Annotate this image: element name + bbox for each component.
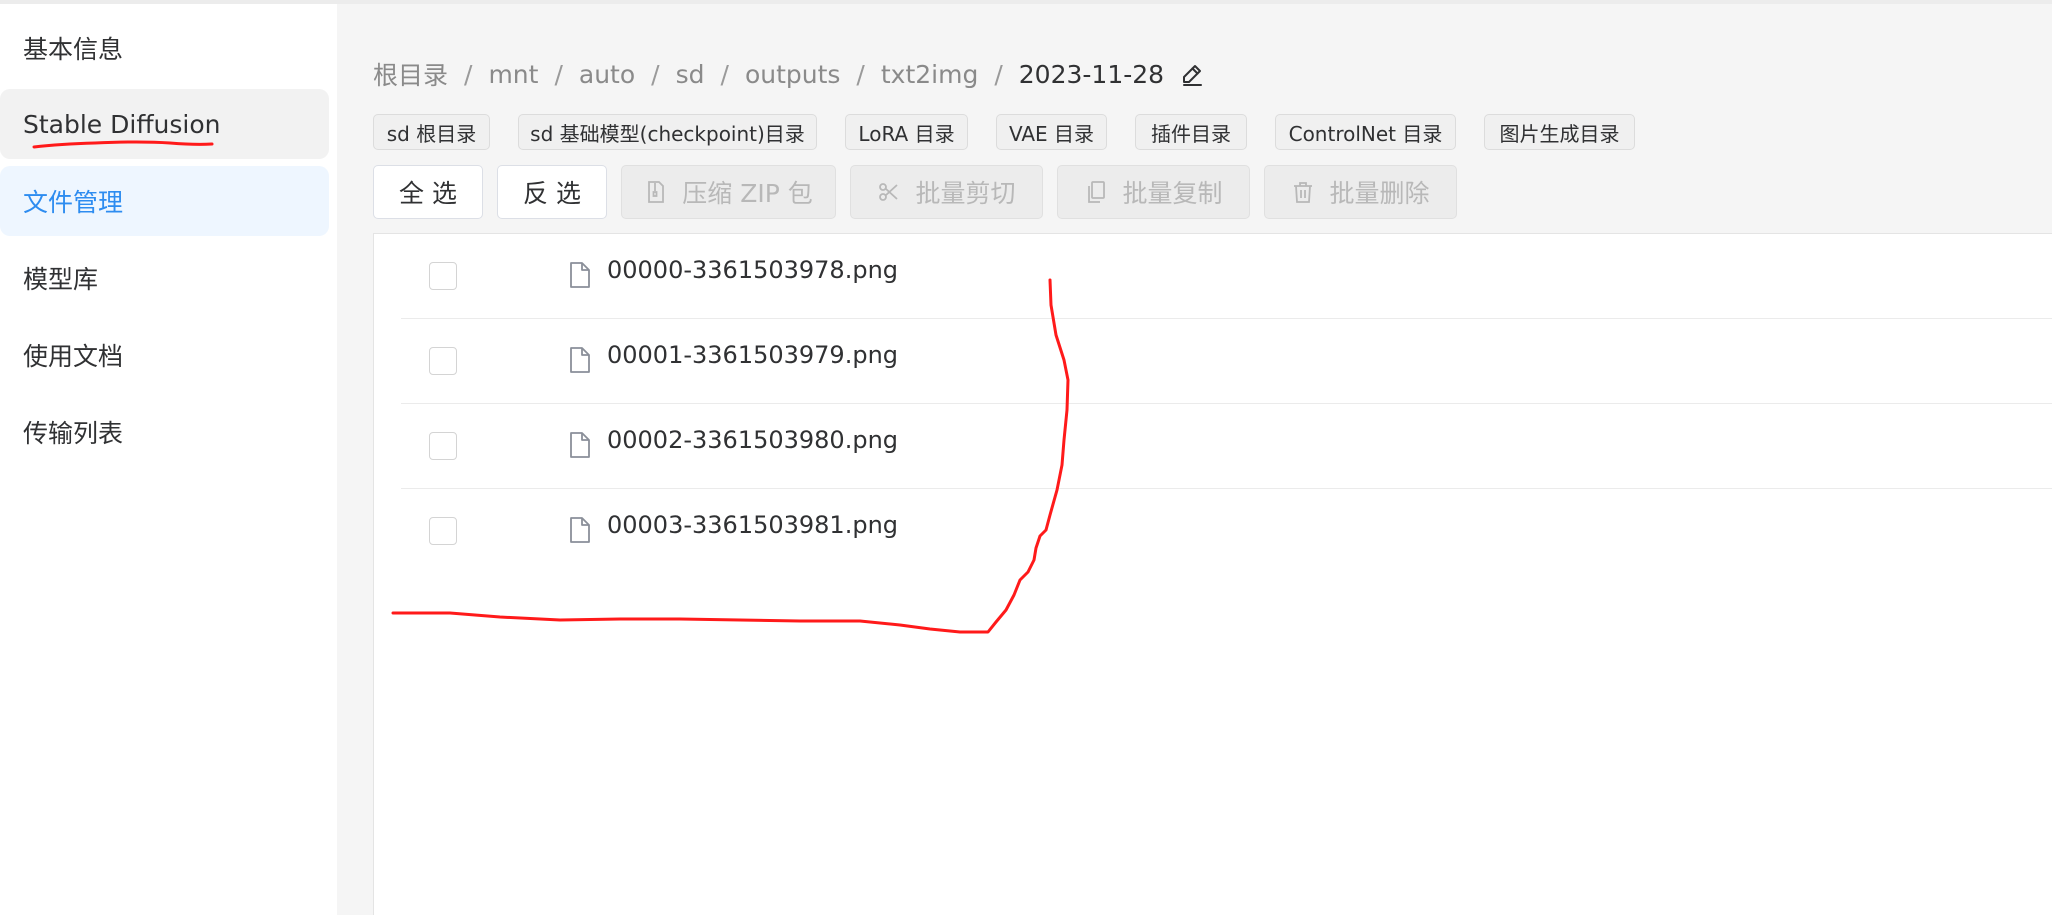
breadcrumb-separator: / xyxy=(554,59,563,89)
breadcrumb-separator: / xyxy=(994,59,1003,89)
zip-file-icon xyxy=(644,180,668,204)
batch-cut-button[interactable]: 批量剪切 xyxy=(850,165,1043,219)
file-icon xyxy=(567,431,593,459)
sidebar-item-stable-diffusion[interactable]: Stable Diffusion xyxy=(0,89,329,159)
sidebar-item-label: 基本信息 xyxy=(23,35,124,64)
breadcrumb-separator: / xyxy=(651,59,660,89)
sidebar-item-label: Stable Diffusion xyxy=(23,109,221,139)
shortcut-plugins-dir[interactable]: 插件目录 xyxy=(1135,114,1247,150)
file-row[interactable]: 00002-3361503980.png xyxy=(401,404,2052,489)
sidebar-item-basic-info[interactable]: 基本信息 xyxy=(0,13,329,83)
sidebar-item-model-library[interactable]: 模型库 xyxy=(0,243,329,313)
shortcut-checkpoint-dir[interactable]: sd 基础模型(checkpoint)目录 xyxy=(518,114,817,150)
breadcrumb-current-folder: 2023-11-28 xyxy=(1018,59,1165,89)
sidebar: 基本信息 Stable Diffusion 文件管理 模型库 使用文档 传输列表 xyxy=(0,0,337,915)
button-label: 全 选 xyxy=(399,179,457,208)
file-name[interactable]: 00001-3361503979.png xyxy=(607,341,898,369)
breadcrumb-txt2img[interactable]: txt2img xyxy=(881,60,978,89)
sidebar-item-transfer-list[interactable]: 传输列表 xyxy=(0,397,329,467)
shortcut-image-output-dir[interactable]: 图片生成目录 xyxy=(1484,114,1635,150)
button-label: 批量剪切 xyxy=(915,179,1016,208)
file-checkbox[interactable] xyxy=(429,432,457,460)
file-icon xyxy=(567,516,593,544)
file-name[interactable]: 00003-3361503981.png xyxy=(607,511,898,539)
main-content: 根目录 / mnt / auto / sd / outputs / txt2im… xyxy=(337,0,2052,915)
breadcrumb-separator: / xyxy=(720,59,729,89)
batch-delete-button[interactable]: 批量删除 xyxy=(1264,165,1457,219)
file-checkbox[interactable] xyxy=(429,262,457,290)
shortcut-lora-dir[interactable]: LoRA 目录 xyxy=(845,114,968,150)
shortcut-sd-root[interactable]: sd 根目录 xyxy=(373,114,490,150)
button-label: 压缩 ZIP 包 xyxy=(682,179,813,208)
sidebar-item-label: 文件管理 xyxy=(23,188,124,217)
breadcrumb-mnt[interactable]: mnt xyxy=(488,60,538,89)
sidebar-item-label: 模型库 xyxy=(23,265,99,294)
file-row[interactable]: 00001-3361503979.png xyxy=(401,319,2052,404)
file-checkbox[interactable] xyxy=(429,517,457,545)
sidebar-item-label: 传输列表 xyxy=(23,419,124,448)
select-all-button[interactable]: 全 选 xyxy=(373,165,483,219)
breadcrumb-outputs[interactable]: outputs xyxy=(745,60,840,89)
pencil-icon[interactable] xyxy=(1180,62,1204,86)
sidebar-item-file-management[interactable]: 文件管理 xyxy=(0,166,329,236)
button-label: 批量复制 xyxy=(1122,179,1223,208)
invert-selection-button[interactable]: 反 选 xyxy=(497,165,607,219)
trash-icon xyxy=(1291,180,1315,204)
scissors-icon xyxy=(877,180,901,204)
breadcrumb: 根目录 / mnt / auto / sd / outputs / txt2im… xyxy=(373,54,1204,94)
file-icon xyxy=(567,346,593,374)
file-row[interactable]: 00003-3361503981.png xyxy=(401,489,2052,574)
file-name[interactable]: 00000-3361503978.png xyxy=(607,256,898,284)
button-label: 批量删除 xyxy=(1329,179,1430,208)
breadcrumb-sd[interactable]: sd xyxy=(676,60,705,89)
breadcrumb-auto[interactable]: auto xyxy=(579,60,635,89)
file-list: 00000-3361503978.png 00001-3361503979.pn… xyxy=(373,233,2052,915)
batch-copy-button[interactable]: 批量复制 xyxy=(1057,165,1250,219)
file-icon xyxy=(567,261,593,289)
sidebar-item-label: 使用文档 xyxy=(23,342,124,371)
breadcrumb-separator: / xyxy=(464,59,473,89)
file-row[interactable]: 00000-3361503978.png xyxy=(401,234,2052,319)
file-checkbox[interactable] xyxy=(429,347,457,375)
breadcrumb-root[interactable]: 根目录 xyxy=(373,56,448,92)
zip-compress-button[interactable]: 压缩 ZIP 包 xyxy=(621,165,836,219)
sidebar-top-divider xyxy=(0,0,337,4)
breadcrumb-separator: / xyxy=(856,59,865,89)
file-name[interactable]: 00002-3361503980.png xyxy=(607,426,898,454)
shortcut-vae-dir[interactable]: VAE 目录 xyxy=(996,114,1107,150)
file-manager-app: 基本信息 Stable Diffusion 文件管理 模型库 使用文档 传输列表… xyxy=(0,0,2052,915)
button-label: 反 选 xyxy=(523,179,581,208)
shortcut-controlnet-dir[interactable]: ControlNet 目录 xyxy=(1275,114,1456,150)
copy-icon xyxy=(1084,180,1108,204)
sidebar-item-docs[interactable]: 使用文档 xyxy=(0,320,329,390)
